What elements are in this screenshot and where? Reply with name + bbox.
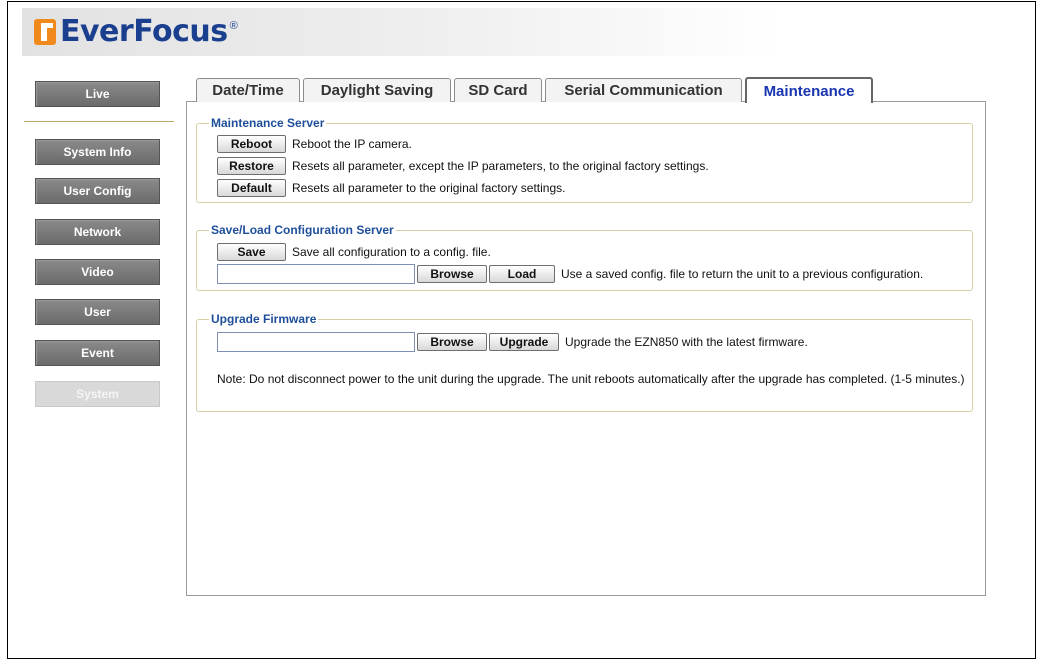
restore-row: Restore Resets all parameter, except the… [217, 157, 709, 175]
sidebar-item-user[interactable]: User [35, 299, 160, 325]
config-server-title: Save/Load Configuration Server [209, 223, 396, 237]
firmware-row: Browse Upgrade Upgrade the EZN850 with t… [217, 332, 808, 352]
reboot-row: Reboot Reboot the IP camera. [217, 135, 412, 153]
sidebar-item-event[interactable]: Event [35, 340, 160, 366]
tab-date-time[interactable]: Date/Time [196, 78, 300, 102]
tab-serial-communication[interactable]: Serial Communication [545, 78, 742, 102]
config-server-group: Save/Load Configuration Server Save Save… [196, 223, 973, 291]
default-row: Default Resets all parameter to the orig… [217, 179, 565, 197]
upgrade-button[interactable]: Upgrade [489, 333, 559, 351]
load-config-description: Use a saved config. file to return the u… [561, 267, 924, 281]
load-row: Browse Load Use a saved config. file to … [217, 264, 923, 284]
firmware-file-input[interactable] [217, 332, 415, 352]
maintenance-server-group: Maintenance Server Reboot Reboot the IP … [196, 116, 973, 203]
upgrade-description: Upgrade the EZN850 with the latest firmw… [565, 335, 808, 349]
upgrade-note: Note: Do not disconnect power to the uni… [217, 372, 965, 386]
sidebar-item-user-config[interactable]: User Config [35, 178, 160, 204]
sidebar-divider [24, 121, 174, 122]
load-config-button[interactable]: Load [489, 265, 555, 283]
sidebar-item-system[interactable]: System [35, 381, 160, 407]
brand-name: EverFocus [60, 14, 228, 49]
restore-button[interactable]: Restore [217, 157, 286, 175]
save-config-button[interactable]: Save [217, 243, 286, 261]
sidebar-item-live[interactable]: Live [35, 81, 160, 107]
everfocus-logo-icon [34, 18, 56, 45]
reboot-button[interactable]: Reboot [217, 135, 286, 153]
upgrade-firmware-group: Upgrade Firmware Browse Upgrade Upgrade … [196, 312, 973, 412]
everfocus-logo: EverFocus ® [34, 14, 238, 49]
sidebar-item-video[interactable]: Video [35, 259, 160, 285]
config-file-input[interactable] [217, 264, 415, 284]
save-config-description: Save all configuration to a config. file… [292, 245, 491, 259]
upgrade-firmware-title: Upgrade Firmware [209, 312, 319, 326]
reboot-description: Reboot the IP camera. [292, 137, 412, 151]
default-button[interactable]: Default [217, 179, 286, 197]
tab-sd-card[interactable]: SD Card [454, 78, 542, 102]
maintenance-server-title: Maintenance Server [209, 116, 327, 130]
registered-mark: ® [229, 19, 238, 32]
restore-description: Resets all parameter, except the IP para… [292, 159, 709, 173]
tab-maintenance[interactable]: Maintenance [745, 77, 873, 103]
tab-daylight-saving[interactable]: Daylight Saving [303, 78, 451, 102]
sidebar-item-system-info[interactable]: System Info [35, 139, 160, 165]
save-row: Save Save all configuration to a config.… [217, 243, 491, 261]
sidebar-item-network[interactable]: Network [35, 219, 160, 245]
config-browse-button[interactable]: Browse [417, 265, 487, 283]
default-description: Resets all parameter to the original fac… [292, 181, 566, 195]
firmware-browse-button[interactable]: Browse [417, 333, 487, 351]
